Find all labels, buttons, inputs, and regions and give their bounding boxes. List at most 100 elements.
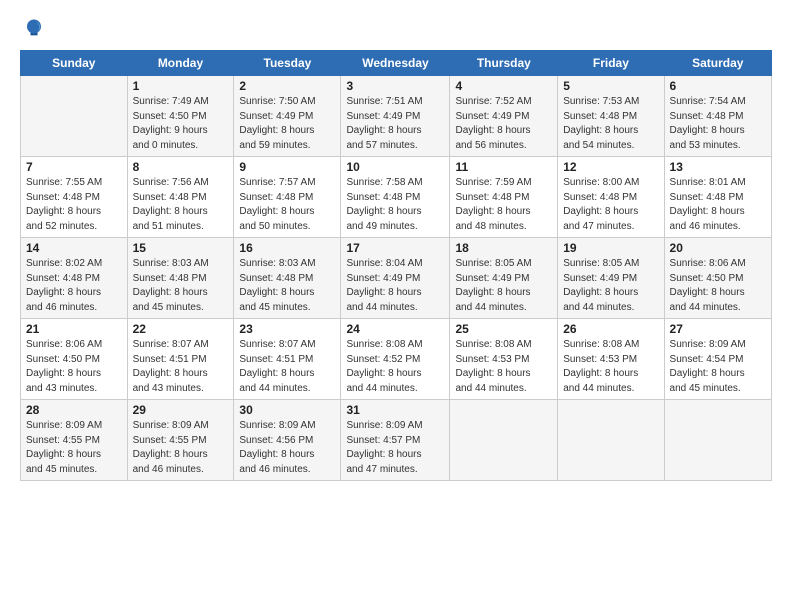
day-number: 6 xyxy=(670,79,766,93)
calendar-cell: 13 Sunrise: 8:01 AMSunset: 4:48 PMDayligh… xyxy=(664,157,771,238)
calendar-cell: 26 Sunrise: 8:08 AMSunset: 4:53 PMDayligh… xyxy=(558,319,664,400)
day-info: Sunrise: 8:09 AMSunset: 4:54 PMDaylight:… xyxy=(670,338,766,396)
day-info: Sunrise: 8:03 AMSunset: 4:48 PMDaylight:… xyxy=(133,257,229,315)
calendar-cell: 28Sunrise: 8:09 AMSunset: 4:55 PMDayligh… xyxy=(21,400,128,481)
day-info: Sunrise: 8:07 AMSunset: 4:51 PMDaylight:… xyxy=(133,338,229,396)
day-info: Sunrise: 7:57 AMSunset: 4:48 PMDaylight:… xyxy=(239,176,335,234)
calendar-cell: 9 Sunrise: 7:57 AMSunset: 4:48 PMDaylight… xyxy=(234,157,341,238)
calendar-cell: 31 Sunrise: 8:09 AMSunset: 4:57 PMDayligh… xyxy=(341,400,450,481)
calendar-cell xyxy=(558,400,664,481)
calendar-week-row: 14 Sunrise: 8:02 AMSunset: 4:48 PMDayligh… xyxy=(21,238,772,319)
calendar-cell: 19 Sunrise: 8:05 AMSunset: 4:49 PMDayligh… xyxy=(558,238,664,319)
calendar-cell: 16 Sunrise: 8:03 AMSunset: 4:48 PMDayligh… xyxy=(234,238,341,319)
day-info: Sunrise: 8:03 AMSunset: 4:48 PMDaylight:… xyxy=(239,257,335,315)
day-number: 12 xyxy=(563,160,658,174)
day-number: 18 xyxy=(455,241,552,255)
day-info: Sunrise: 8:06 AMSunset: 4:50 PMDaylight:… xyxy=(26,338,122,396)
day-info: Sunrise: 8:00 AMSunset: 4:48 PMDaylight:… xyxy=(563,176,658,234)
day-info: Sunrise: 8:05 AMSunset: 4:49 PMDaylight:… xyxy=(455,257,552,315)
day-info: Sunrise: 8:08 AMSunset: 4:53 PMDaylight:… xyxy=(455,338,552,396)
day-info: Sunrise: 7:58 AMSunset: 4:48 PMDaylight:… xyxy=(346,176,444,234)
calendar-cell: 12 Sunrise: 8:00 AMSunset: 4:48 PMDayligh… xyxy=(558,157,664,238)
day-info: Sunrise: 7:52 AMSunset: 4:49 PMDaylight:… xyxy=(455,95,552,153)
header xyxy=(20,16,772,44)
day-number: 5 xyxy=(563,79,658,93)
day-info: Sunrise: 8:05 AMSunset: 4:49 PMDaylight:… xyxy=(563,257,658,315)
day-number: 9 xyxy=(239,160,335,174)
calendar-week-row: 21 Sunrise: 8:06 AMSunset: 4:50 PMDayligh… xyxy=(21,319,772,400)
day-info: Sunrise: 7:55 AMSunset: 4:48 PMDaylight:… xyxy=(26,176,122,234)
day-info: Sunrise: 8:08 AMSunset: 4:53 PMDaylight:… xyxy=(563,338,658,396)
logo-icon xyxy=(20,16,48,44)
day-number: 23 xyxy=(239,322,335,336)
day-info: Sunrise: 8:01 AMSunset: 4:48 PMDaylight:… xyxy=(670,176,766,234)
day-number: 24 xyxy=(346,322,444,336)
day-number: 13 xyxy=(670,160,766,174)
calendar-cell: 15Sunrise: 8:03 AMSunset: 4:48 PMDayligh… xyxy=(127,238,234,319)
calendar-cell: 2 Sunrise: 7:50 AMSunset: 4:49 PMDaylight… xyxy=(234,76,341,157)
calendar-cell: 4 Sunrise: 7:52 AMSunset: 4:49 PMDaylight… xyxy=(450,76,558,157)
logo xyxy=(20,16,52,44)
calendar-cell: 30 Sunrise: 8:09 AMSunset: 4:56 PMDayligh… xyxy=(234,400,341,481)
header-day: Tuesday xyxy=(234,51,341,76)
day-info: Sunrise: 7:51 AMSunset: 4:49 PMDaylight:… xyxy=(346,95,444,153)
day-info: Sunrise: 8:08 AMSunset: 4:52 PMDaylight:… xyxy=(346,338,444,396)
calendar-cell xyxy=(664,400,771,481)
calendar-cell: 27 Sunrise: 8:09 AMSunset: 4:54 PMDayligh… xyxy=(664,319,771,400)
day-number: 19 xyxy=(563,241,658,255)
day-number: 16 xyxy=(239,241,335,255)
calendar-cell: 23Sunrise: 8:07 AMSunset: 4:51 PMDayligh… xyxy=(234,319,341,400)
day-info: Sunrise: 8:06 AMSunset: 4:50 PMDaylight:… xyxy=(670,257,766,315)
header-day: Wednesday xyxy=(341,51,450,76)
day-number: 14 xyxy=(26,241,122,255)
day-number: 29 xyxy=(133,403,229,417)
calendar-cell: 29 Sunrise: 8:09 AMSunset: 4:55 PMDayligh… xyxy=(127,400,234,481)
day-info: Sunrise: 8:09 AMSunset: 4:56 PMDaylight:… xyxy=(239,419,335,477)
day-number: 30 xyxy=(239,403,335,417)
day-number: 17 xyxy=(346,241,444,255)
day-number: 31 xyxy=(346,403,444,417)
day-info: Sunrise: 8:09 AMSunset: 4:55 PMDaylight:… xyxy=(133,419,229,477)
calendar-cell: 22Sunrise: 8:07 AMSunset: 4:51 PMDayligh… xyxy=(127,319,234,400)
header-day: Thursday xyxy=(450,51,558,76)
day-number: 7 xyxy=(26,160,122,174)
day-info: Sunrise: 7:59 AMSunset: 4:48 PMDaylight:… xyxy=(455,176,552,234)
header-row: SundayMondayTuesdayWednesdayThursdayFrid… xyxy=(21,51,772,76)
calendar-cell: 6 Sunrise: 7:54 AMSunset: 4:48 PMDaylight… xyxy=(664,76,771,157)
calendar-cell: 8Sunrise: 7:56 AMSunset: 4:48 PMDaylight… xyxy=(127,157,234,238)
header-day: Saturday xyxy=(664,51,771,76)
day-number: 11 xyxy=(455,160,552,174)
day-number: 20 xyxy=(670,241,766,255)
day-number: 28 xyxy=(26,403,122,417)
calendar-week-row: 1Sunrise: 7:49 AMSunset: 4:50 PMDaylight… xyxy=(21,76,772,157)
calendar-cell: 21 Sunrise: 8:06 AMSunset: 4:50 PMDayligh… xyxy=(21,319,128,400)
calendar-week-row: 28 Sunrise: 8:09 AMSunset: 4:55 PMDayligh… xyxy=(21,400,772,481)
day-number: 2 xyxy=(239,79,335,93)
header-day: Friday xyxy=(558,51,664,76)
day-info: Sunrise: 7:50 AMSunset: 4:49 PMDaylight:… xyxy=(239,95,335,153)
calendar-cell: 24 Sunrise: 8:08 AMSunset: 4:52 PMDayligh… xyxy=(341,319,450,400)
day-number: 25 xyxy=(455,322,552,336)
calendar-cell: 1Sunrise: 7:49 AMSunset: 4:50 PMDaylight… xyxy=(127,76,234,157)
header-day: Monday xyxy=(127,51,234,76)
day-number: 27 xyxy=(670,322,766,336)
calendar-cell: 14 Sunrise: 8:02 AMSunset: 4:48 PMDayligh… xyxy=(21,238,128,319)
day-info: Sunrise: 8:09 AMSunset: 4:57 PMDaylight:… xyxy=(346,419,444,477)
day-info: Sunrise: 8:02 AMSunset: 4:48 PMDaylight:… xyxy=(26,257,122,315)
calendar-table: SundayMondayTuesdayWednesdayThursdayFrid… xyxy=(20,50,772,481)
calendar-cell: 5 Sunrise: 7:53 AMSunset: 4:48 PMDaylight… xyxy=(558,76,664,157)
day-info: Sunrise: 7:54 AMSunset: 4:48 PMDaylight:… xyxy=(670,95,766,153)
day-info: Sunrise: 7:53 AMSunset: 4:48 PMDaylight:… xyxy=(563,95,658,153)
day-number: 21 xyxy=(26,322,122,336)
calendar-cell: 25 Sunrise: 8:08 AMSunset: 4:53 PMDayligh… xyxy=(450,319,558,400)
day-number: 3 xyxy=(346,79,444,93)
day-number: 4 xyxy=(455,79,552,93)
calendar-cell: 7 Sunrise: 7:55 AMSunset: 4:48 PMDaylight… xyxy=(21,157,128,238)
day-number: 8 xyxy=(133,160,229,174)
calendar-cell: 11 Sunrise: 7:59 AMSunset: 4:48 PMDayligh… xyxy=(450,157,558,238)
day-number: 1 xyxy=(133,79,229,93)
calendar-cell: 10Sunrise: 7:58 AMSunset: 4:48 PMDayligh… xyxy=(341,157,450,238)
day-number: 26 xyxy=(563,322,658,336)
calendar-week-row: 7 Sunrise: 7:55 AMSunset: 4:48 PMDaylight… xyxy=(21,157,772,238)
calendar-cell: 17Sunrise: 8:04 AMSunset: 4:49 PMDayligh… xyxy=(341,238,450,319)
